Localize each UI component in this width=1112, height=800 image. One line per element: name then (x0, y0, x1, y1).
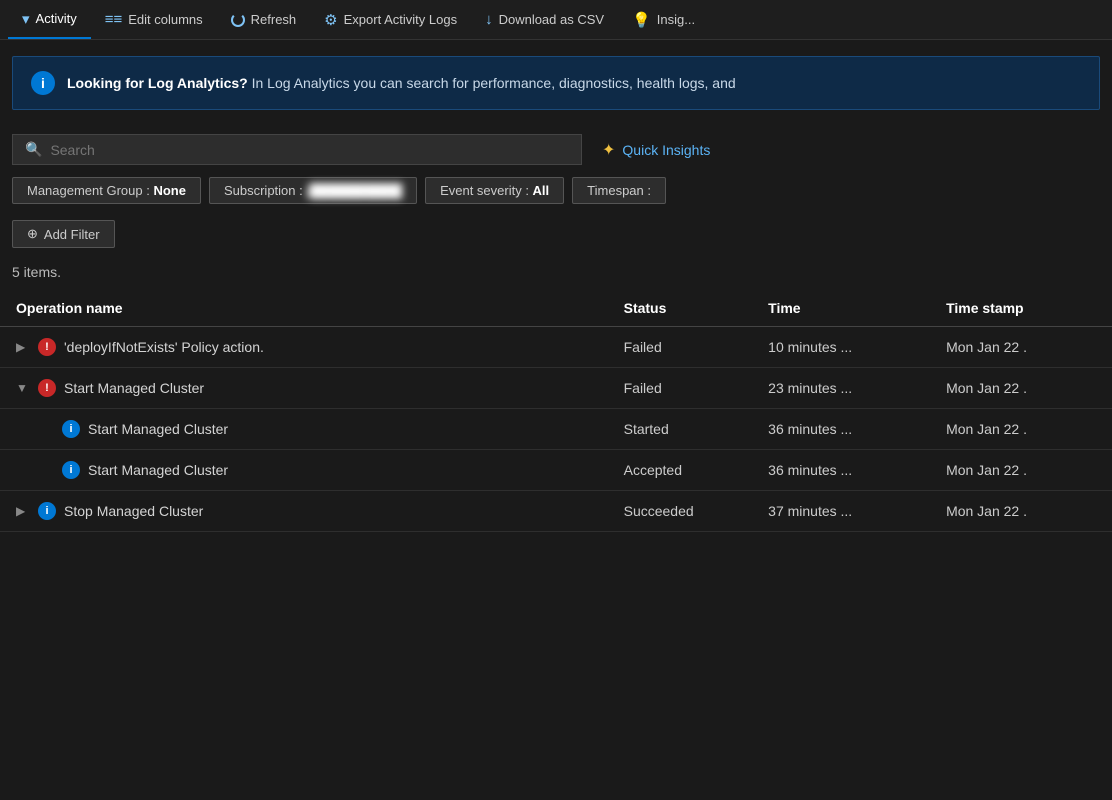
banner-text: Looking for Log Analytics? In Log Analyt… (67, 75, 736, 91)
add-filter-row: ⊕ Add Filter (0, 212, 1112, 256)
toolbar-export-activity-logs[interactable]: ⚙ Export Activity Logs (310, 0, 471, 39)
op-name-cell: ▶ i Stop Managed Cluster (0, 491, 612, 532)
export-icon: ⚙ (324, 11, 337, 29)
time-cell: 36 minutes ... (756, 450, 934, 491)
time-cell: 36 minutes ... (756, 409, 934, 450)
table-row[interactable]: ▼! Start Managed Cluster Failed23 minutes … (0, 368, 1112, 409)
status-cell: Failed (612, 368, 757, 409)
search-row: 🔍 ✦ Quick Insights (0, 122, 1112, 173)
download-label: Download as CSV (499, 12, 605, 27)
expand-icon[interactable]: ▶ (16, 340, 30, 354)
collapse-icon[interactable]: ▼ (16, 381, 30, 395)
operation-name-text: Start Managed Cluster (64, 380, 204, 396)
edit-columns-label: Edit columns (128, 12, 202, 27)
table-header-row: Operation name Status Time Time stamp (0, 290, 1112, 327)
toolbar-insights[interactable]: 💡 Insig... (618, 0, 709, 39)
add-filter-button[interactable]: ⊕ Add Filter (12, 220, 115, 248)
refresh-label: Refresh (251, 12, 297, 27)
item-count: 5 items. (0, 256, 1112, 284)
error-status-icon: ! (38, 379, 56, 397)
op-name-cell: i Start Managed Cluster (0, 409, 612, 450)
download-icon: ↓ (485, 11, 493, 28)
filter-management-group[interactable]: Management Group : None (12, 177, 201, 204)
banner-title: Looking for Log Analytics? (67, 75, 248, 91)
log-analytics-banner: i Looking for Log Analytics? In Log Anal… (12, 56, 1100, 110)
toolbar-edit-columns[interactable]: ≡≡ Edit columns (91, 0, 217, 39)
operation-name-text: Stop Managed Cluster (64, 503, 203, 519)
insights-label: Insig... (657, 12, 695, 27)
toolbar-download-csv[interactable]: ↓ Download as CSV (471, 0, 618, 39)
quick-insights-label: Quick Insights (622, 142, 710, 158)
table-row[interactable]: ▶! 'deployIfNotExists' Policy action. Fail… (0, 327, 1112, 368)
operation-name-text: Start Managed Cluster (88, 462, 228, 478)
toolbar-refresh[interactable]: Refresh (217, 0, 311, 39)
table-row[interactable]: i Start Managed Cluster Accepted36 minutes… (0, 450, 1112, 491)
insights-bulb-icon: 💡 (632, 11, 651, 29)
time-cell: 10 minutes ... (756, 327, 934, 368)
search-icon: 🔍 (25, 141, 42, 158)
timestamp-cell: Mon Jan 22 . (934, 368, 1112, 409)
col-header-status: Status (612, 290, 757, 327)
toolbar-activity[interactable]: ▾ Activity (8, 0, 91, 39)
filter-subscription[interactable]: Subscription : j██████████ (209, 177, 417, 204)
op-name-cell: i Start Managed Cluster (0, 450, 612, 491)
col-header-timestamp: Time stamp (934, 290, 1112, 327)
operation-name-text: 'deployIfNotExists' Policy action. (64, 339, 264, 355)
time-cell: 23 minutes ... (756, 368, 934, 409)
activity-chevron-icon: ▾ (22, 10, 30, 28)
banner-body: In Log Analytics you can search for perf… (252, 75, 736, 91)
timestamp-cell: Mon Jan 22 . (934, 327, 1112, 368)
search-input[interactable] (50, 142, 569, 158)
status-cell: Failed (612, 327, 757, 368)
status-cell: Started (612, 409, 757, 450)
search-box[interactable]: 🔍 (12, 134, 582, 165)
expand-icon[interactable]: ▶ (16, 504, 30, 518)
info-status-icon: i (62, 420, 80, 438)
operation-name-text: Start Managed Cluster (88, 421, 228, 437)
timestamp-cell: Mon Jan 22 . (934, 409, 1112, 450)
filter-timespan[interactable]: Timespan : (572, 177, 666, 204)
add-filter-icon: ⊕ (27, 226, 38, 242)
filter-row: Management Group : None Subscription : j… (0, 173, 1112, 212)
status-cell: Accepted (612, 450, 757, 491)
refresh-icon (231, 13, 245, 27)
filter-event-severity[interactable]: Event severity : All (425, 177, 564, 204)
status-cell: Succeeded (612, 491, 757, 532)
edit-columns-icon: ≡≡ (105, 11, 123, 28)
info-status-icon: i (38, 502, 56, 520)
activity-label: Activity (36, 11, 77, 26)
activity-table: Operation name Status Time Time stamp ▶!… (0, 290, 1112, 532)
col-header-time: Time (756, 290, 934, 327)
toolbar: ▾ Activity ≡≡ Edit columns Refresh ⚙ Exp… (0, 0, 1112, 40)
quick-insights-button[interactable]: ✦ Quick Insights (602, 140, 710, 160)
op-name-cell: ▶! 'deployIfNotExists' Policy action. (0, 327, 612, 368)
error-status-icon: ! (38, 338, 56, 356)
timestamp-cell: Mon Jan 22 . (934, 491, 1112, 532)
add-filter-label: Add Filter (44, 227, 100, 242)
table-row[interactable]: i Start Managed Cluster Started36 minutes … (0, 409, 1112, 450)
op-name-cell: ▼! Start Managed Cluster (0, 368, 612, 409)
timestamp-cell: Mon Jan 22 . (934, 450, 1112, 491)
info-status-icon: i (62, 461, 80, 479)
table-row[interactable]: ▶ i Stop Managed Cluster Succeeded37 minute… (0, 491, 1112, 532)
col-header-op-name: Operation name (0, 290, 612, 327)
quick-insights-icon: ✦ (602, 140, 615, 160)
time-cell: 37 minutes ... (756, 491, 934, 532)
export-label: Export Activity Logs (344, 12, 457, 27)
banner-info-icon: i (31, 71, 55, 95)
